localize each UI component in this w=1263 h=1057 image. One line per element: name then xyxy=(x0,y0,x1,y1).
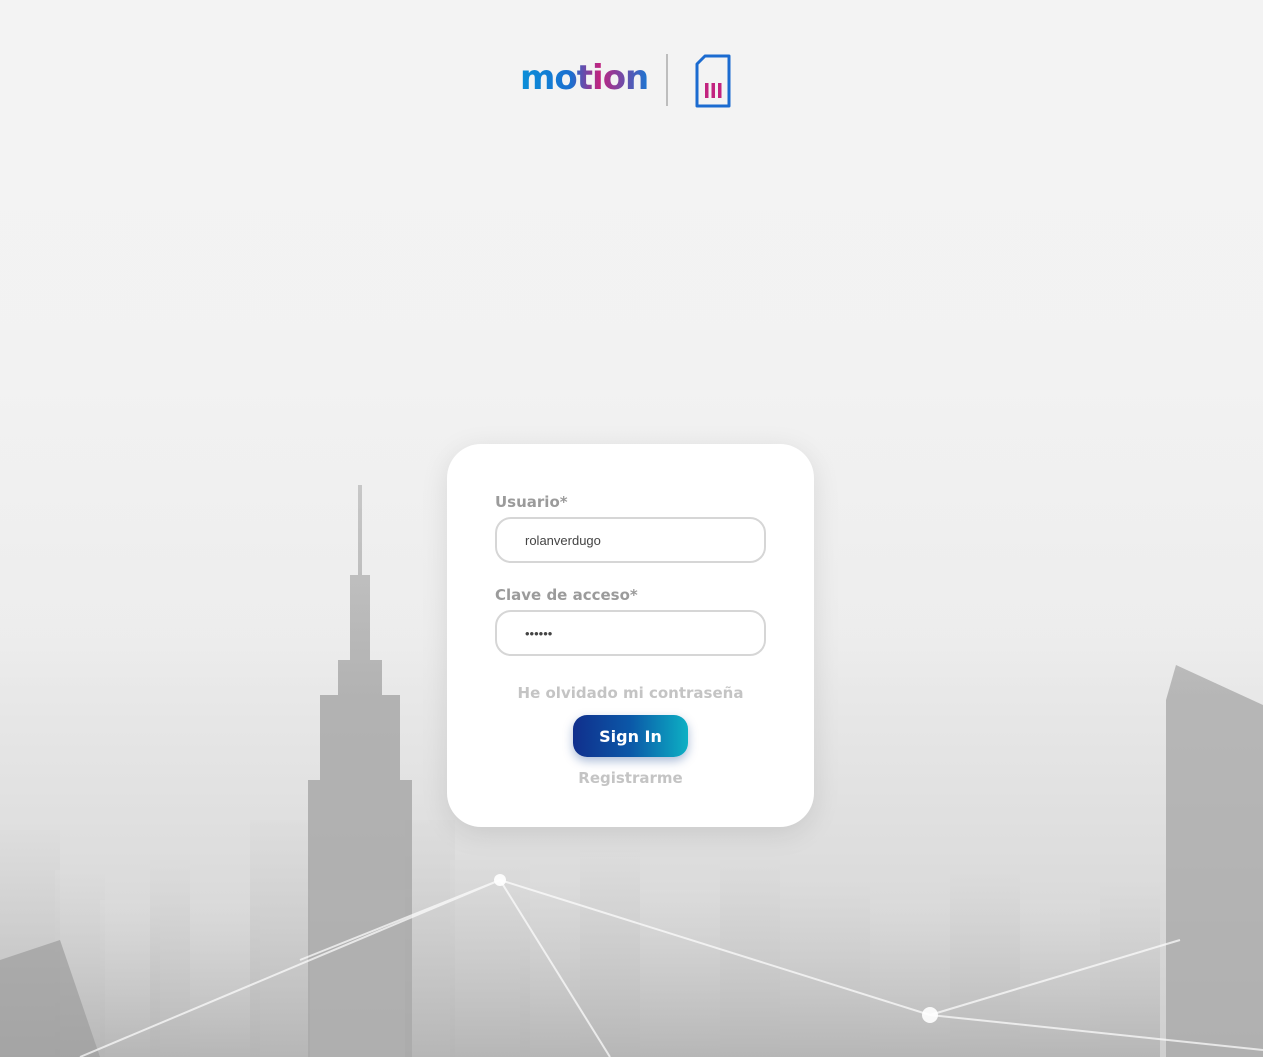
username-input[interactable] xyxy=(495,517,766,563)
forgot-password-link[interactable]: He olvidado mi contraseña xyxy=(447,684,814,702)
sim-card-icon xyxy=(695,54,731,108)
username-label: Usuario* xyxy=(495,493,568,511)
password-input[interactable] xyxy=(495,610,766,656)
register-link[interactable]: Registrarme xyxy=(447,769,814,787)
login-card: Usuario* Clave de acceso* He olvidado mi… xyxy=(447,444,814,827)
logo-divider xyxy=(666,54,668,106)
motion-logo: motion xyxy=(520,58,649,98)
password-label: Clave de acceso* xyxy=(495,586,638,604)
header-brand: motion xyxy=(520,52,735,108)
sign-in-button[interactable]: Sign In xyxy=(573,715,688,757)
